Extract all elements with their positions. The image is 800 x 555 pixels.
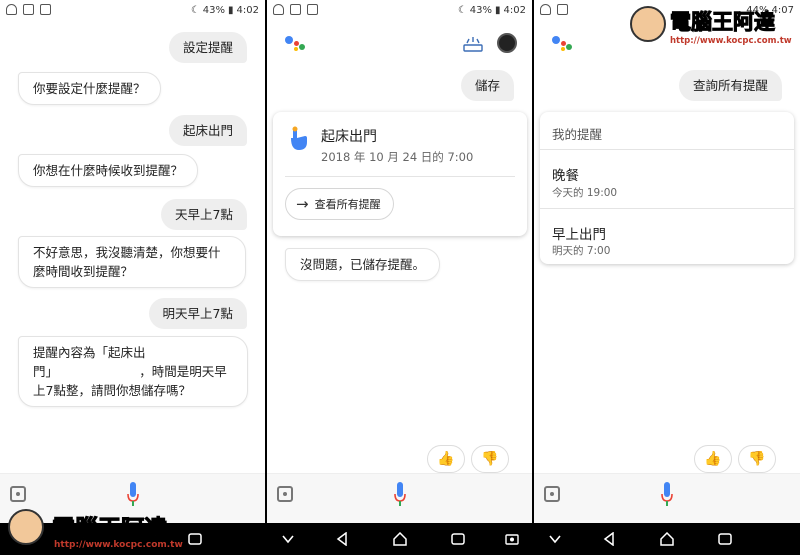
google-assistant-icon bbox=[552, 34, 574, 56]
watermark-title: 電腦王阿達 bbox=[670, 10, 776, 35]
thumbs-up-button[interactable]: 👍 bbox=[427, 445, 465, 473]
file-icon bbox=[557, 4, 568, 15]
mic-icon[interactable] bbox=[661, 482, 673, 508]
reminder-datetime: 2018 年 10 月 24 日的 7:00 bbox=[321, 150, 474, 164]
assistant-message: 你想在什麼時候收到提醒？ bbox=[18, 154, 199, 187]
thumbs-up-icon: 👍 bbox=[437, 451, 455, 467]
recents-icon[interactable] bbox=[451, 532, 465, 546]
reminder-card[interactable]: 起床出門 2018 年 10 月 24 日的 7:00 → 查看所有提醒 bbox=[273, 112, 527, 236]
thumbs-up-icon: 👍 bbox=[704, 451, 722, 467]
reminders-list-card: 我的提醒 晚餐 今天的 19:00 早上出門 明天的 7:00 bbox=[540, 112, 794, 264]
user-message: 查詢所有提醒 bbox=[678, 70, 782, 101]
clock: 4:02 bbox=[236, 5, 259, 16]
reminder-title: 晚餐 bbox=[552, 168, 579, 184]
input-bar bbox=[534, 473, 800, 523]
file-icon bbox=[290, 4, 301, 15]
user-message: 明天早上7點 bbox=[148, 298, 247, 329]
user-message: 天早上7點 bbox=[161, 199, 247, 230]
home-icon[interactable] bbox=[660, 532, 674, 546]
reminder-hand-icon bbox=[291, 126, 307, 150]
chip-label: 查看所有提醒 bbox=[314, 198, 381, 211]
battery-icon: ▮ bbox=[228, 5, 234, 16]
home-icon[interactable] bbox=[393, 532, 407, 546]
image-icon bbox=[40, 4, 51, 15]
reminder-time: 明天的 7:00 bbox=[552, 245, 611, 257]
lens-icon[interactable] bbox=[10, 486, 26, 502]
screenshot-icon[interactable] bbox=[505, 532, 519, 546]
thumbs-up-button[interactable]: 👍 bbox=[694, 445, 732, 473]
nav-bar bbox=[267, 523, 532, 555]
thumbs-down-icon: 👎 bbox=[748, 451, 766, 467]
arrow-right-icon: → bbox=[296, 195, 309, 213]
watermark-url: http://www.kocpc.com.tw bbox=[670, 36, 792, 46]
file-icon bbox=[23, 4, 34, 15]
chat-panel-3: 44% 4:07 查詢所有提醒 我的提醒 晚餐 今天的 19:00 早上出門 明… bbox=[534, 0, 800, 555]
back-icon[interactable] bbox=[335, 532, 349, 546]
conversation: 查詢所有提醒 我的提醒 晚餐 今天的 19:00 早上出門 明天的 7:00 👍… bbox=[534, 22, 800, 505]
input-bar bbox=[267, 473, 532, 523]
moon-icon: ☾ bbox=[457, 5, 467, 16]
reminder-title: 起床出門 bbox=[321, 129, 377, 145]
user-message: 設定提醒 bbox=[168, 32, 247, 63]
reminder-title: 早上出門 bbox=[552, 227, 606, 243]
status-bar: ☾ 43% ▮ 4:02 bbox=[267, 0, 532, 22]
wifi-icon bbox=[6, 4, 17, 15]
lens-icon[interactable] bbox=[277, 486, 293, 502]
divider bbox=[285, 176, 515, 177]
snapshot-icon[interactable] bbox=[463, 36, 483, 52]
user-message: 起床出門 bbox=[168, 115, 247, 146]
watermark: 電腦王阿達 http://www.kocpc.com.tw bbox=[8, 505, 208, 553]
lens-icon[interactable] bbox=[544, 486, 560, 502]
reminder-time: 今天的 19:00 bbox=[552, 187, 618, 199]
assistant-message: 提醒內容為「起床出門」 ，時間是明天早上7點整，請問你想儲存嗎？ bbox=[18, 336, 248, 407]
wifi-icon bbox=[540, 4, 551, 15]
mic-icon[interactable] bbox=[394, 482, 406, 508]
battery-percent: 43% bbox=[469, 5, 493, 16]
wifi-icon bbox=[273, 4, 284, 15]
assistant-message: 不好意思，我沒聽清楚，你想要什麼時間收到提醒？ bbox=[18, 236, 246, 288]
watermark-url: http://www.kocpc.com.tw bbox=[54, 540, 183, 550]
recents-icon[interactable] bbox=[718, 532, 732, 546]
list-header: 我的提醒 bbox=[552, 127, 603, 142]
back-icon[interactable] bbox=[602, 532, 616, 546]
battery-icon: ▮ bbox=[495, 5, 501, 16]
conversation: 設定提醒 你要設定什麼提醒？ 起床出門 你想在什麼時候收到提醒？ 天早上7點 不… bbox=[0, 22, 265, 505]
nav-bar bbox=[534, 523, 800, 555]
conversation: 儲存 起床出門 2018 年 10 月 24 日的 7:00 → 查看所有提醒 … bbox=[267, 22, 532, 505]
google-assistant-icon bbox=[285, 34, 307, 56]
thumbs-down-button[interactable]: 👎 bbox=[471, 445, 509, 473]
clock: 4:02 bbox=[503, 5, 526, 16]
hide-keyboard-icon[interactable] bbox=[281, 532, 295, 546]
view-all-reminders-chip[interactable]: → 查看所有提醒 bbox=[285, 188, 394, 220]
thumbs-down-button[interactable]: 👎 bbox=[738, 445, 776, 473]
battery-percent: 43% bbox=[202, 5, 226, 16]
chat-panel-2: ☾ 43% ▮ 4:02 儲存 起床出門 2018 年 10 月 24 日的 7… bbox=[267, 0, 532, 555]
watermark-face-icon bbox=[8, 509, 44, 545]
watermark-face-icon bbox=[630, 6, 666, 42]
assistant-message: 你要設定什麼提醒？ bbox=[18, 72, 161, 105]
user-message: 儲存 bbox=[460, 70, 514, 101]
list-item[interactable]: 早上出門 明天的 7:00 bbox=[540, 209, 794, 264]
hide-keyboard-icon[interactable] bbox=[548, 532, 562, 546]
chat-panel-1: ☾ 43% ▮ 4:02 設定提醒 你要設定什麼提醒？ 起床出門 你想在什麼時候… bbox=[0, 0, 265, 555]
moon-icon: ☾ bbox=[190, 5, 200, 16]
avatar[interactable] bbox=[497, 33, 517, 53]
list-item[interactable]: 晚餐 今天的 19:00 bbox=[540, 150, 794, 207]
image-icon bbox=[307, 4, 318, 15]
thumbs-down-icon: 👎 bbox=[481, 451, 499, 467]
status-bar: ☾ 43% ▮ 4:02 bbox=[0, 0, 265, 22]
watermark-title: 電腦王阿達 bbox=[52, 516, 168, 543]
assistant-message: 沒問題，已儲存提醒。 bbox=[285, 248, 441, 281]
watermark: 電腦王阿達 http://www.kocpc.com.tw bbox=[630, 6, 798, 50]
